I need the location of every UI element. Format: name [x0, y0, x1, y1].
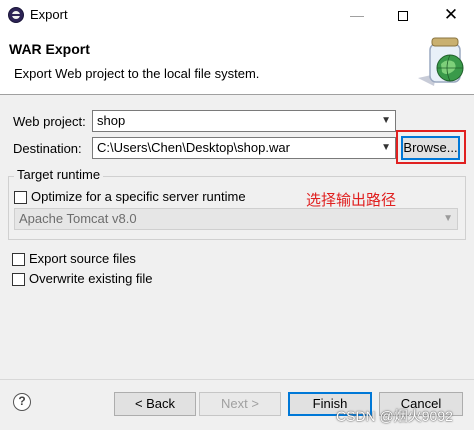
title-bar: Export — ✕ — [0, 0, 474, 30]
destination-label: Destination: — [13, 141, 82, 156]
optimize-label[interactable]: Optimize for a specific server runtime — [31, 189, 246, 204]
runtime-combo: Apache Tomcat v8.0 ▼ — [14, 208, 458, 230]
runtime-value: Apache Tomcat v8.0 — [19, 211, 137, 226]
export-source-checkbox[interactable] — [12, 253, 25, 266]
destination-combo[interactable]: C:\Users\Chen\Desktop\shop.war ▼ — [92, 137, 396, 159]
next-button[interactable]: Next > — [199, 392, 281, 416]
dropdown-arrow-icon[interactable]: ▼ — [381, 111, 391, 131]
footer-separator — [0, 379, 474, 380]
export-source-label[interactable]: Export source files — [29, 251, 136, 266]
close-icon[interactable]: ✕ — [428, 0, 474, 30]
web-project-label: Web project: — [13, 114, 86, 129]
back-button[interactable]: < Back — [114, 392, 196, 416]
dropdown-arrow-icon[interactable]: ▼ — [381, 138, 391, 158]
target-runtime-title: Target runtime — [14, 167, 104, 182]
jar-globe-icon — [418, 37, 464, 86]
watermark: CSDN @烟火9092 — [336, 408, 453, 424]
overwrite-checkbox[interactable] — [12, 273, 25, 286]
optimize-checkbox[interactable] — [14, 191, 27, 204]
wizard-description: Export Web project to the local file sys… — [14, 66, 260, 81]
maximize-icon[interactable] — [380, 0, 426, 30]
destination-value: C:\Users\Chen\Desktop\shop.war — [97, 140, 290, 155]
web-project-value: shop — [97, 113, 126, 128]
highlight-box — [396, 130, 466, 164]
help-icon[interactable]: ? — [13, 393, 31, 411]
wizard-title: WAR Export — [9, 41, 90, 57]
web-project-combo[interactable]: shop ▼ — [92, 110, 396, 132]
overwrite-label[interactable]: Overwrite existing file — [29, 271, 153, 286]
dropdown-arrow-icon: ▼ — [443, 213, 453, 224]
header-separator — [0, 94, 474, 95]
minimize-icon[interactable]: — — [334, 0, 380, 30]
annotation-text: 选择输出路径 — [306, 191, 397, 209]
window-title: Export — [30, 7, 68, 22]
wizard-header: WAR Export Export Web project to the loc… — [0, 30, 474, 94]
eclipse-icon — [8, 7, 24, 23]
